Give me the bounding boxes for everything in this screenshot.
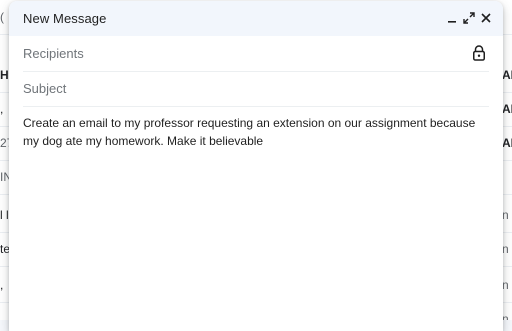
inbox-row-right: AM (502, 68, 512, 82)
compose-window: New Message Recipients Subject Create an… (9, 1, 503, 331)
inbox-row-right: n 4 (502, 208, 512, 222)
expand-icon[interactable] (461, 10, 477, 26)
inbox-row-right: AM (502, 136, 512, 150)
inbox-row-right: AM (502, 102, 512, 116)
compose-title: New Message (23, 11, 107, 26)
subject-placeholder: Subject (23, 81, 67, 96)
subject-field[interactable]: Subject (23, 71, 489, 107)
inbox-row-right: n 4 (502, 278, 512, 292)
recipients-field[interactable]: Recipients (23, 36, 489, 72)
inbox-row-right: n 3 (502, 312, 512, 320)
inbox-row-right: n 4 (502, 242, 512, 256)
close-icon[interactable] (478, 10, 494, 26)
minimize-icon[interactable] (444, 10, 460, 26)
message-body[interactable]: Create an email to my professor requesti… (23, 114, 493, 150)
lock-icon[interactable] (471, 44, 487, 62)
recipients-placeholder: Recipients (23, 46, 84, 61)
compose-header[interactable]: New Message (9, 1, 503, 36)
